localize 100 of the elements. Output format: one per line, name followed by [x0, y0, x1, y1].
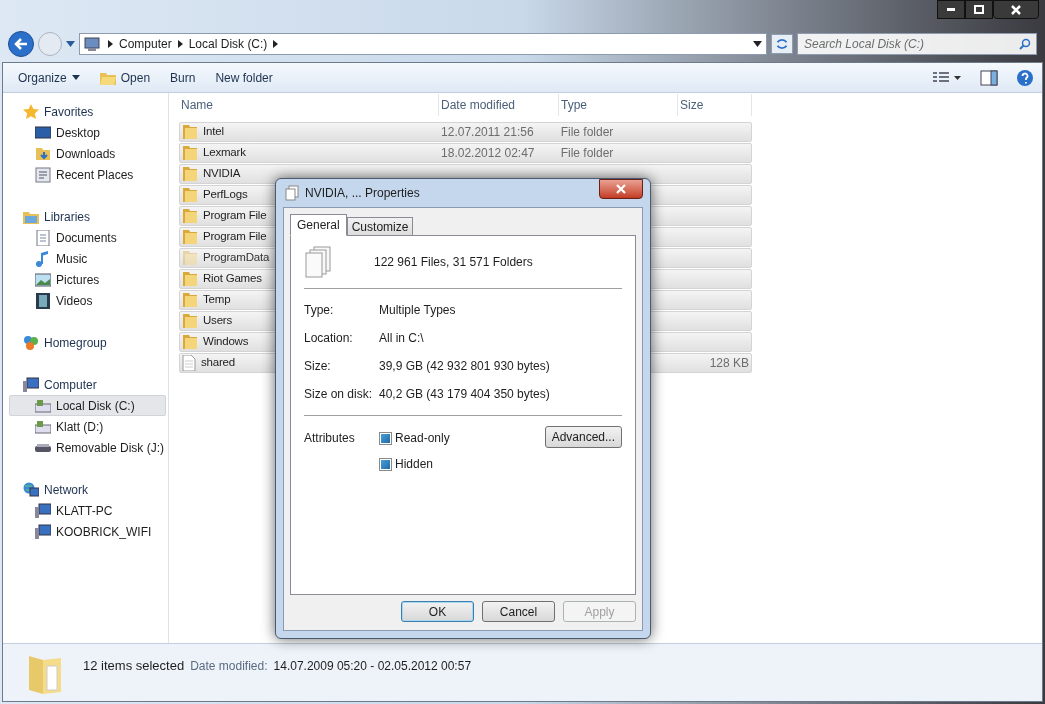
column-header[interactable]: Date modified: [439, 94, 559, 116]
sidebar-item[interactable]: Klatt (D:): [9, 416, 166, 437]
drive-icon: [35, 418, 51, 435]
column-header[interactable]: Size: [678, 94, 752, 116]
field-value: 40,2 GB (43 179 404 350 bytes): [379, 386, 550, 403]
ok-button[interactable]: OK: [401, 601, 474, 622]
view-options-icon[interactable]: [932, 70, 962, 85]
advanced-button[interactable]: Advanced...: [544, 426, 622, 448]
sidebar-header[interactable]: Libraries: [9, 206, 168, 227]
dropdown-icon: [71, 75, 80, 80]
file-name: Program File: [203, 229, 267, 245]
close-icon: [616, 184, 626, 194]
field-value: 39,9 GB (42 932 801 930 bytes): [379, 358, 550, 375]
toolbar-button[interactable]: Organize: [11, 65, 87, 90]
file-row[interactable]: Lexmark 18.02.2012 02:47 File folder: [179, 143, 752, 163]
folder-icon: [99, 70, 116, 85]
file-name: Lexmark: [203, 145, 246, 161]
dialog-tab[interactable]: General: [290, 214, 347, 236]
minimize-button[interactable]: [937, 0, 965, 19]
search-field[interactable]: Search Local Disk (C:): [797, 33, 1037, 55]
file-type: File folder: [560, 146, 614, 160]
sidebar-header[interactable]: Computer: [9, 374, 168, 395]
sidebar-item[interactable]: Recent Places: [9, 164, 166, 185]
file-name: NVIDIA: [203, 166, 241, 182]
field-label: Type:: [304, 302, 335, 319]
film-icon: [35, 292, 51, 309]
folder-download-icon: [35, 145, 51, 162]
field-value: Multiple Types: [379, 302, 456, 319]
chevron-right-icon: [177, 40, 183, 48]
checkbox-label: Hidden: [395, 456, 434, 473]
field-label: Size on disk:: [304, 386, 374, 403]
sidebar-item[interactable]: Removable Disk (J:): [9, 437, 166, 458]
refresh-icon[interactable]: [771, 34, 793, 54]
search-icon: [1019, 38, 1031, 50]
date-modified: 12.07.2011 21:56: [441, 125, 534, 139]
monitor-icon: [35, 124, 51, 141]
help-icon[interactable]: [1016, 68, 1034, 87]
sidebar-item[interactable]: KLATT-PC: [9, 500, 166, 521]
sidebar-item[interactable]: Pictures: [9, 269, 166, 290]
checkbox[interactable]: [379, 457, 392, 471]
preview-pane-icon[interactable]: [980, 69, 998, 86]
computer-icon: [35, 523, 51, 540]
field-label: Location:: [304, 330, 354, 347]
toolbar-button[interactable]: Burn: [163, 65, 203, 90]
sidebar-item[interactable]: Local Disk (C:): [9, 395, 166, 416]
window-icon: [35, 166, 51, 183]
file-name: Riot Games: [203, 271, 262, 287]
file-name: PerfLogs: [203, 187, 248, 203]
breadcrumb[interactable]: Local Disk (C:): [188, 35, 268, 53]
close-icon: [1011, 4, 1021, 15]
column-header[interactable]: Type: [559, 94, 678, 116]
sidebar-item[interactable]: Music: [9, 248, 166, 269]
file-name: Windows: [203, 334, 249, 350]
sidebar-item[interactable]: Videos: [9, 290, 166, 311]
toolbar-button[interactable]: Open: [92, 65, 158, 90]
homegroup-icon: [23, 334, 39, 351]
breadcrumb[interactable]: Computer: [119, 35, 172, 53]
address-bar[interactable]: Computer Local Disk (C:): [79, 33, 767, 55]
back-button[interactable]: [8, 31, 34, 57]
file-folder-count: 122 961 Files, 31 571 Folders: [374, 254, 533, 271]
documents-icon: [304, 246, 334, 278]
computer-icon: [23, 376, 39, 393]
sidebar-item[interactable]: Desktop: [9, 122, 166, 143]
date-modified-label: Date modified:: [190, 658, 268, 675]
close-button[interactable]: [993, 0, 1039, 19]
dropdown-icon[interactable]: [753, 41, 762, 47]
star-icon: [23, 103, 39, 120]
sidebar-header[interactable]: Favorites: [9, 101, 168, 122]
sidebar-item[interactable]: KOOBRICK_WIFI: [9, 521, 166, 542]
file-size: 128 KB: [709, 356, 749, 370]
chevron-right-icon: [273, 40, 279, 48]
dialog-title: NVIDIA, ... Properties: [305, 185, 421, 202]
field-value: All in C:\: [379, 330, 424, 347]
sidebar-item[interactable]: Downloads: [9, 143, 166, 164]
selection-count: 12 items selected: [83, 657, 185, 675]
date-modified: 18.02.2012 02:47: [441, 146, 535, 160]
history-dropdown-icon[interactable]: [66, 41, 75, 47]
computer-icon: [84, 36, 102, 52]
dialog-button[interactable]: Cancel: [482, 601, 555, 622]
arrow-left-icon: [14, 38, 28, 50]
drive-icon: [35, 397, 51, 414]
documents-icon: [285, 185, 299, 201]
network-icon: [23, 481, 39, 498]
maximize-button[interactable]: [965, 0, 993, 19]
checkbox[interactable]: [379, 431, 392, 445]
sidebar-item[interactable]: Documents: [9, 227, 166, 248]
document-icon: [35, 229, 51, 246]
file-row[interactable]: Intel 12.07.2011 21:56 File folder: [179, 122, 752, 142]
toolbar-button[interactable]: New folder: [208, 65, 280, 90]
sidebar-header[interactable]: Network: [9, 479, 168, 500]
file-name: ProgramData: [203, 250, 270, 266]
computer-icon: [35, 502, 51, 519]
date-modified-range: 14.07.2009 05:20 - 02.05.2012 00:57: [273, 658, 472, 675]
column-header[interactable]: Name: [179, 94, 439, 116]
file-type: File folder: [560, 125, 614, 139]
file-name: Temp: [203, 292, 231, 308]
close-button[interactable]: [599, 179, 643, 199]
sidebar-header[interactable]: Homegroup: [9, 332, 168, 353]
music-note-icon: [35, 250, 51, 267]
minimize-icon: [947, 8, 955, 11]
